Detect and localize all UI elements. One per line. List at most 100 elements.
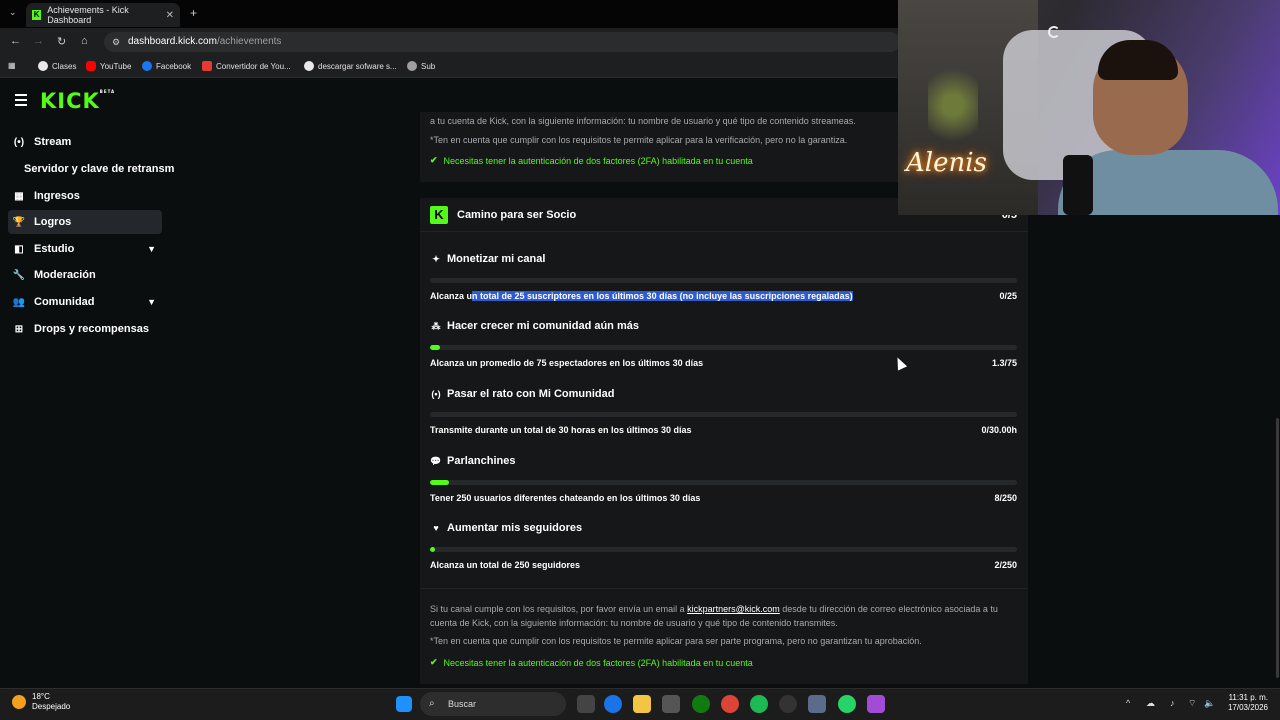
achievement-desc: Alcanza un total de 250 seguidores	[430, 560, 581, 570]
whatsapp-icon[interactable]	[838, 695, 856, 713]
achievement-desc: Alcanza un promedio de 75 espectadores e…	[430, 358, 704, 368]
tray-chevron-icon[interactable]: ^	[1126, 698, 1130, 708]
taskbar-search[interactable]: ⌕ Buscar	[420, 692, 566, 716]
people-icon: 👥	[12, 296, 26, 308]
chart-icon: ▦	[14, 190, 24, 202]
verification-note: *Ten en cuenta que cumplir con los requi…	[430, 135, 848, 145]
achievement-value: 0/25	[999, 291, 1017, 301]
kick-logo[interactable]: KICKBETA	[40, 89, 115, 113]
app-icon[interactable]	[867, 695, 885, 713]
file-explorer-icon[interactable]	[633, 695, 651, 713]
settings-icon[interactable]	[808, 695, 826, 713]
bookmark-descargar[interactable]: descargar sofware s...	[304, 61, 397, 71]
store-icon[interactable]	[662, 695, 680, 713]
globe-icon	[38, 61, 48, 71]
partner-note: *Ten en cuenta que cumplir con los requi…	[430, 636, 922, 646]
bookmark-facebook[interactable]: Facebook	[142, 61, 191, 71]
section-title: Camino para ser Socio	[457, 208, 577, 221]
kick-badge-icon: K	[430, 205, 448, 224]
loading-spinner-icon	[1048, 26, 1060, 38]
bookmark-clases[interactable]: Clases	[38, 61, 76, 71]
streamer-hair	[1098, 40, 1178, 80]
url-host: dashboard.kick.com	[128, 36, 217, 47]
sparkle-icon: ✦	[432, 253, 440, 264]
progress-fill	[430, 547, 435, 552]
home-icon[interactable]: ⌂	[81, 35, 88, 47]
sidebar-item-drops[interactable]: ⊞ Drops y recompensas	[8, 317, 162, 341]
progress-fill	[430, 480, 449, 485]
url-bar[interactable]: ⚙ dashboard.kick.com/achievements	[104, 32, 900, 52]
sidebar-item-comunidad[interactable]: 👥 Comunidad ▼	[8, 290, 162, 314]
neon-sign: Alenis	[906, 148, 987, 178]
plant-image	[928, 60, 978, 150]
tray-cloud-icon[interactable]: ☁	[1146, 698, 1155, 709]
tab-close-icon[interactable]: ✕	[166, 10, 174, 21]
site-info-icon[interactable]: ⚙	[112, 32, 120, 52]
partner-instructions: Si tu canal cumple con los requisitos, p…	[430, 604, 998, 628]
edge-icon[interactable]	[604, 695, 622, 713]
progress-bar	[430, 278, 1017, 283]
globe-icon	[407, 61, 417, 71]
task-view-icon[interactable]	[577, 695, 595, 713]
sidebar-item-logros[interactable]: 🏆 Logros	[8, 210, 162, 234]
sidebar-item-moderacion[interactable]: 🔧 Moderación	[8, 263, 162, 287]
achievement-title: 💬 Parlanchines	[430, 455, 516, 467]
check-icon: ✔	[430, 657, 438, 667]
wrench-icon: 🔧	[12, 269, 26, 281]
group-icon: ⁂	[431, 320, 441, 331]
forward-icon[interactable]: →	[33, 35, 44, 47]
new-tab-icon[interactable]: +	[190, 6, 197, 20]
2fa-requirement-bottom: ✔ Necesitas tener la autenticación de do…	[430, 657, 753, 668]
microphone-image	[1063, 155, 1093, 215]
partner-email-link[interactable]: kickpartners@kick.com	[687, 604, 780, 614]
achievement-desc: Transmite durante un total de 30 horas e…	[430, 425, 692, 435]
chevron-down-icon[interactable]: ▼	[147, 244, 156, 254]
tab-search-icon[interactable]: ⌄	[9, 7, 17, 18]
spotify-icon[interactable]	[750, 695, 768, 713]
progress-bar	[430, 345, 1017, 350]
search-icon: ⌕	[429, 698, 435, 709]
achievement-value: 8/250	[994, 493, 1017, 503]
page-scrollbar[interactable]	[1276, 418, 1279, 678]
trophy-icon: 🏆	[12, 216, 26, 228]
download-icon	[202, 61, 212, 71]
weather-sun-icon	[12, 695, 26, 709]
bookmark-convertidor[interactable]: Convertidor de You...	[202, 61, 291, 71]
divider	[420, 588, 1028, 589]
system-clock[interactable]: 11:31 p. m. 17/03/2026	[1228, 693, 1268, 713]
tab-title: Achievements - Kick Dashboard	[47, 5, 129, 25]
bookmark-sub[interactable]: Sub	[407, 61, 435, 71]
chrome-icon[interactable]	[721, 695, 739, 713]
tray-mic-icon[interactable]: ♪	[1170, 698, 1175, 708]
reload-icon[interactable]: ↻	[57, 35, 66, 48]
sidebar-item-estudio[interactable]: ◧ Estudio ▼	[8, 237, 162, 261]
webcam-overlay: Alenis	[898, 0, 1280, 215]
volume-icon[interactable]: 🔈	[1204, 698, 1215, 709]
beta-badge: BETA	[99, 89, 116, 94]
selected-text: n total de 25 suscriptores en los último…	[472, 291, 853, 301]
broadcast-icon: (•)	[13, 136, 25, 148]
menu-icon[interactable]	[15, 94, 27, 109]
globe-icon	[304, 61, 314, 71]
wifi-icon[interactable]: ⌔	[1188, 698, 1196, 709]
check-icon: ✔	[430, 155, 438, 165]
sidebar-item-stream[interactable]: (•) Stream	[8, 130, 162, 154]
back-icon[interactable]: ←	[10, 35, 21, 47]
obs-icon[interactable]	[779, 695, 797, 713]
youtube-icon	[86, 61, 96, 71]
cut-line-text: a tu cuenta de Kick, con la siguiente in…	[430, 116, 856, 126]
xbox-icon[interactable]	[692, 695, 710, 713]
achievement-title: ⁂ Hacer crecer mi comunidad aún más	[431, 320, 639, 332]
achievement-value: 2/250	[994, 560, 1017, 570]
facebook-icon	[142, 61, 152, 71]
progress-bar	[430, 412, 1017, 417]
apps-grid-icon[interactable]: ▦	[8, 61, 16, 70]
chevron-down-icon[interactable]: ▼	[147, 297, 156, 307]
bookmark-youtube[interactable]: YouTube	[86, 61, 131, 71]
broadcast-icon: (•)	[431, 389, 441, 399]
sidebar-item-server-key[interactable]: Servidor y clave de retransm	[24, 163, 174, 175]
windows-start-icon[interactable]	[396, 696, 412, 712]
weather-widget[interactable]: 18°C Despejado	[12, 692, 70, 712]
tab-achievements[interactable]: K Achievements - Kick Dashboard ✕	[26, 3, 180, 27]
sidebar-item-ingresos[interactable]: ▦ Ingresos	[8, 184, 162, 208]
